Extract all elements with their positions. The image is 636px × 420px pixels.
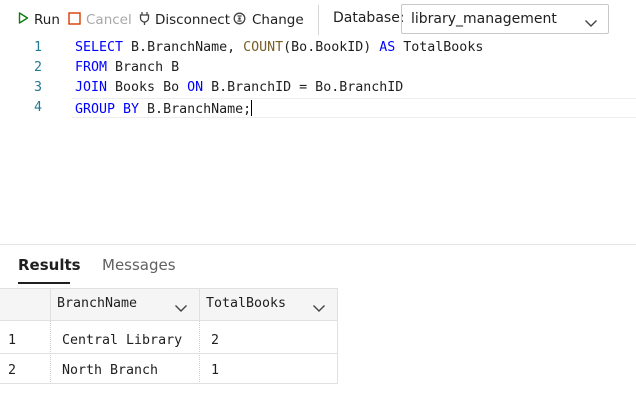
plug-disconnect-icon [139,11,150,30]
play-icon [18,12,29,28]
sql-keyword: JOIN [75,80,108,95]
tab-messages[interactable]: Messages [102,256,176,274]
code-line[interactable]: 3 JOIN Books Bo ON B.BranchID = Bo.Branch… [0,78,636,98]
cell-branchname[interactable]: Central Library [62,333,182,348]
database-select[interactable]: library_management [401,4,609,34]
sql-keyword: GROUP BY [75,102,140,117]
active-tab-indicator [18,282,70,284]
run-button[interactable]: Run [18,10,60,30]
change-connection-icon [232,11,247,30]
disconnect-button[interactable]: Disconnect [139,10,230,30]
sql-text: B.BranchName, [123,40,244,55]
stop-icon [68,11,81,29]
chevron-down-icon [584,13,598,32]
grid-divider [0,353,338,354]
sql-keyword: SELECT [75,40,124,55]
line-number: 4 [33,100,42,115]
sql-keyword: ON [187,80,204,95]
column-header-totalbooks[interactable]: TotalBooks [206,296,286,311]
code-text: GROUP BY B.BranchName; [75,100,253,117]
cell-totalbooks[interactable]: 2 [211,333,219,348]
sql-keyword: FROM [75,60,108,75]
toolbar-separator [318,5,319,35]
change-label: Change [252,12,304,28]
sql-text: Books Bo [107,80,188,95]
code-line[interactable]: 4 GROUP BY B.BranchName; [0,98,636,118]
grid-divider [199,288,200,321]
line-number: 3 [33,80,42,95]
disconnect-label: Disconnect [155,12,230,28]
line-number: 1 [33,40,42,55]
cell-totalbooks[interactable]: 1 [211,363,219,378]
run-label: Run [34,12,60,28]
code-text: JOIN Books Bo ON B.BranchID = Bo.BranchI… [75,80,403,95]
code-line[interactable]: 2 FROM Branch B [0,58,636,78]
chevron-down-icon[interactable] [174,298,188,317]
tab-results[interactable]: Results [18,256,81,274]
sql-keyword: AS [379,40,396,55]
database-label: Database: [333,10,405,26]
cancel-button[interactable]: Cancel [68,10,132,30]
row-index: 1 [8,333,17,348]
chevron-down-icon[interactable] [312,298,326,317]
sql-editor[interactable]: 1 SELECT B.BranchName, COUNT(Bo.BookID) A… [0,38,636,244]
query-toolbar: Run Cancel Disconnect Change Database: l… [0,0,636,40]
row-index: 2 [8,363,17,378]
sql-text: Branch B [107,60,180,75]
sql-text: B.BranchName; [139,102,252,117]
database-select-value: library_management [411,11,557,27]
sql-text: B.BranchID = Bo.BranchID [203,80,404,95]
code-text: FROM Branch B [75,60,179,75]
text-cursor [251,100,253,116]
sql-function: COUNT [243,40,284,55]
sql-text: (Bo.BookID) [283,40,380,55]
results-tabs: Results Messages [0,245,636,285]
grid-divider [337,288,338,384]
cancel-label: Cancel [86,12,132,28]
code-text: SELECT B.BranchName, COUNT(Bo.BookID) AS… [75,40,483,55]
grid-divider [0,383,338,384]
line-number: 2 [33,60,42,75]
change-connection-button[interactable]: Change [232,10,304,30]
cell-branchname[interactable]: North Branch [62,363,158,378]
grid-divider [50,288,51,321]
sql-text: TotalBooks [395,40,484,55]
column-header-branchname[interactable]: BranchName [57,296,137,311]
code-line[interactable]: 1 SELECT B.BranchName, COUNT(Bo.BookID) A… [0,38,636,58]
